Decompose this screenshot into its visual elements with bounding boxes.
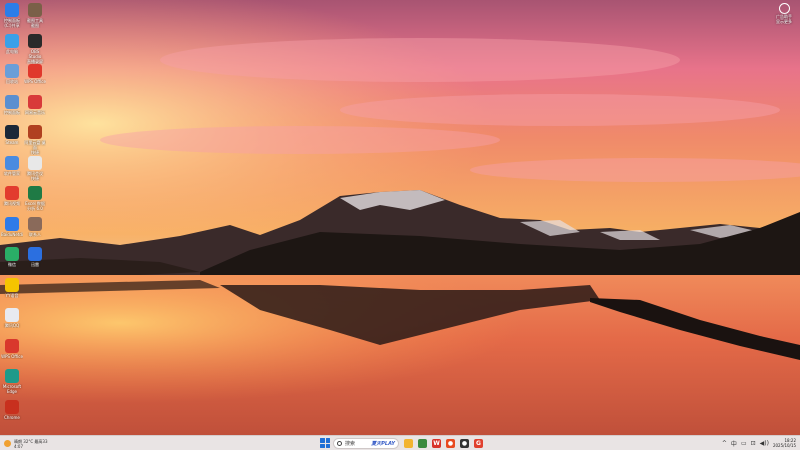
desktop-shortcut-label: 此电脑 — [6, 48, 18, 54]
desktop-shortcut-label: 控制面板 — [4, 109, 20, 115]
yy-icon — [5, 277, 19, 292]
wps-taskbar-icon[interactable]: W — [432, 439, 441, 448]
desktop-shortcut-label: 阿里云盘 桌面 快捷 — [24, 140, 46, 155]
input-method-icon[interactable]: 中 — [731, 439, 737, 448]
edge-icon — [5, 369, 19, 383]
clock[interactable]: 18:22 2025/10/15 — [773, 438, 796, 448]
desktop-shortcut[interactable]: YY语音 — [1, 277, 23, 298]
obs-taskbar-icon[interactable]: ● — [460, 439, 469, 448]
desktop-shortcut[interactable]: 控制面板 — [1, 94, 23, 115]
desktop-shortcut[interactable]: Microsoft Edge — [1, 369, 23, 394]
desktop-shortcut-label: 微信 — [8, 262, 16, 267]
thunder-icon — [28, 247, 42, 261]
contact-icon — [28, 216, 42, 231]
ai-assistant-label: 广告助手 显示更多 — [776, 14, 792, 24]
obs-icon — [28, 33, 42, 48]
search-promo: 夏天PLAY — [371, 441, 395, 447]
this-pc-icon — [5, 33, 19, 48]
windows-start-icon[interactable] — [320, 438, 330, 448]
qq-icon — [5, 308, 19, 322]
weather-subtext: 4:07 — [14, 443, 23, 449]
wechat-icon — [5, 247, 19, 261]
wps-2-icon — [28, 64, 42, 78]
desktop-shortcut-label: Excel 数据 分析 6.0 — [25, 201, 45, 211]
desktop-shortcut[interactable]: 控制面板 (C:)共享 — [1, 3, 23, 28]
desktop-shortcut[interactable]: 回收站 — [1, 64, 23, 84]
weather-text: 晴朗 32°C 最高33 — [14, 438, 48, 444]
file-explorer-icon[interactable] — [404, 439, 413, 448]
desktop-shortcut-label: 回收站 — [6, 79, 18, 84]
desktop-shortcut-label: YY语音 — [5, 292, 19, 298]
baidu-netdisk-icon — [5, 216, 19, 231]
desktop-shortcut-label: 截图工具 截图 — [27, 18, 43, 28]
google-taskbar-icon[interactable]: G — [474, 439, 483, 448]
settings-icon — [5, 94, 19, 109]
steam-icon — [5, 125, 19, 139]
clock-date: 2025/10/15 — [772, 443, 796, 448]
desktop-shortcut[interactable]: 联系人 — [24, 216, 46, 237]
desktop-wallpaper — [0, 0, 800, 435]
desktop-shortcut-label: OBS Studio 直播录屏 — [27, 48, 43, 64]
video-icon — [5, 186, 19, 200]
desktop-shortcut[interactable]: 此电脑 — [1, 33, 23, 54]
desktop-shortcut[interactable]: 阿里云盘 桌面 快捷 — [24, 125, 46, 155]
recycle-bin-icon — [5, 64, 19, 78]
volume-icon[interactable]: ◀)) — [760, 440, 769, 447]
weather-widget[interactable]: 晴朗 32°C 最高33 4:07 — [4, 437, 48, 450]
desktop-shortcut[interactable]: 腾讯会议 快捷 — [24, 155, 46, 181]
desktop-shortcut-label: 软件管家 — [4, 170, 20, 176]
desktop-shortcut-label: Chrome — [4, 414, 20, 420]
doc-icon — [28, 155, 42, 170]
desktop-shortcut-label: 腾讯QQ — [4, 323, 20, 328]
desktop-shortcut[interactable]: 腾讯QQ — [1, 308, 23, 328]
desktop-shortcut[interactable]: 截图工具 截图 — [24, 3, 46, 28]
snapshot-icon — [28, 3, 42, 17]
desktop-shortcut[interactable]: WPS Office — [1, 338, 23, 359]
ai-assistant-widget[interactable]: 广告助手 显示更多 — [772, 3, 796, 24]
desktop-shortcut-label: Microsoft Edge — [2, 384, 22, 394]
taskbar-search[interactable]: 搜索 夏天PLAY — [333, 438, 399, 449]
desktop-shortcut-label: Steam — [5, 140, 19, 145]
desktop-shortcut[interactable]: 腾讯视频 — [1, 186, 23, 206]
desktop-shortcut[interactable]: BaiduNetdisk — [1, 216, 23, 237]
wps-icon — [5, 338, 19, 353]
desktop-shortcut[interactable]: Excel 数据 分析 6.0 — [24, 186, 46, 211]
app-taskbar-icon[interactable]: ● — [446, 439, 455, 448]
desktop-shortcut[interactable]: Chrome — [1, 399, 23, 420]
desktop-shortcut[interactable]: 微信 — [1, 247, 23, 267]
search-placeholder: 搜索 — [345, 441, 356, 447]
desktop-shortcut[interactable]: 网易云音乐 — [24, 94, 46, 115]
sun-icon — [4, 440, 11, 447]
desktop-shortcut-label: 网易云音乐 — [25, 109, 45, 115]
desktop-shortcut[interactable]: WPS Office — [24, 64, 46, 84]
desktop-shortcut-label: BaiduNetdisk — [1, 231, 23, 237]
desktop-shortcut-label: 迅雷 — [31, 262, 39, 267]
desktop-shortcut[interactable]: OBS Studio 直播录屏 — [24, 33, 46, 64]
game-icon — [28, 125, 42, 139]
system-tray: ^ 中 ▭ ⊡ ◀)) 18:22 2025/10/15 — [722, 436, 796, 450]
excel-icon — [28, 186, 42, 200]
desktop-shortcut-label: 控制面板 (C:)共享 — [4, 18, 20, 28]
desktop-shortcut-label: WPS Office — [24, 79, 46, 84]
chrome-taskbar-icon[interactable] — [418, 439, 427, 448]
taskbar: 晴朗 32°C 最高33 4:07 搜索 夏天PLAY W ● ● G ^ 中 ▭ ⊡… — [0, 435, 800, 450]
chrome-icon — [5, 399, 19, 414]
desktop-shortcut-label: WPS Office — [1, 353, 23, 359]
control-panel-icon — [5, 3, 19, 17]
display-icon[interactable]: ⊡ — [751, 440, 756, 447]
desktop-shortcut-label: 腾讯会议 快捷 — [27, 170, 43, 181]
ai-assistant-icon — [778, 3, 790, 14]
desktop-shortcut-label: 腾讯视频 — [4, 201, 20, 206]
search-icon — [337, 441, 342, 446]
network-icon[interactable]: ▭ — [741, 440, 747, 447]
desktop-shortcut-label: 联系人 — [29, 231, 41, 237]
show-hidden-icons-icon[interactable]: ^ — [722, 440, 727, 447]
desktop-shortcut[interactable]: 迅雷 — [24, 247, 46, 267]
desktop-shortcut[interactable]: 软件管家 — [1, 155, 23, 176]
music-icon — [28, 94, 42, 109]
app-manager-icon — [5, 155, 19, 170]
desktop-shortcut[interactable]: Steam — [1, 125, 23, 145]
